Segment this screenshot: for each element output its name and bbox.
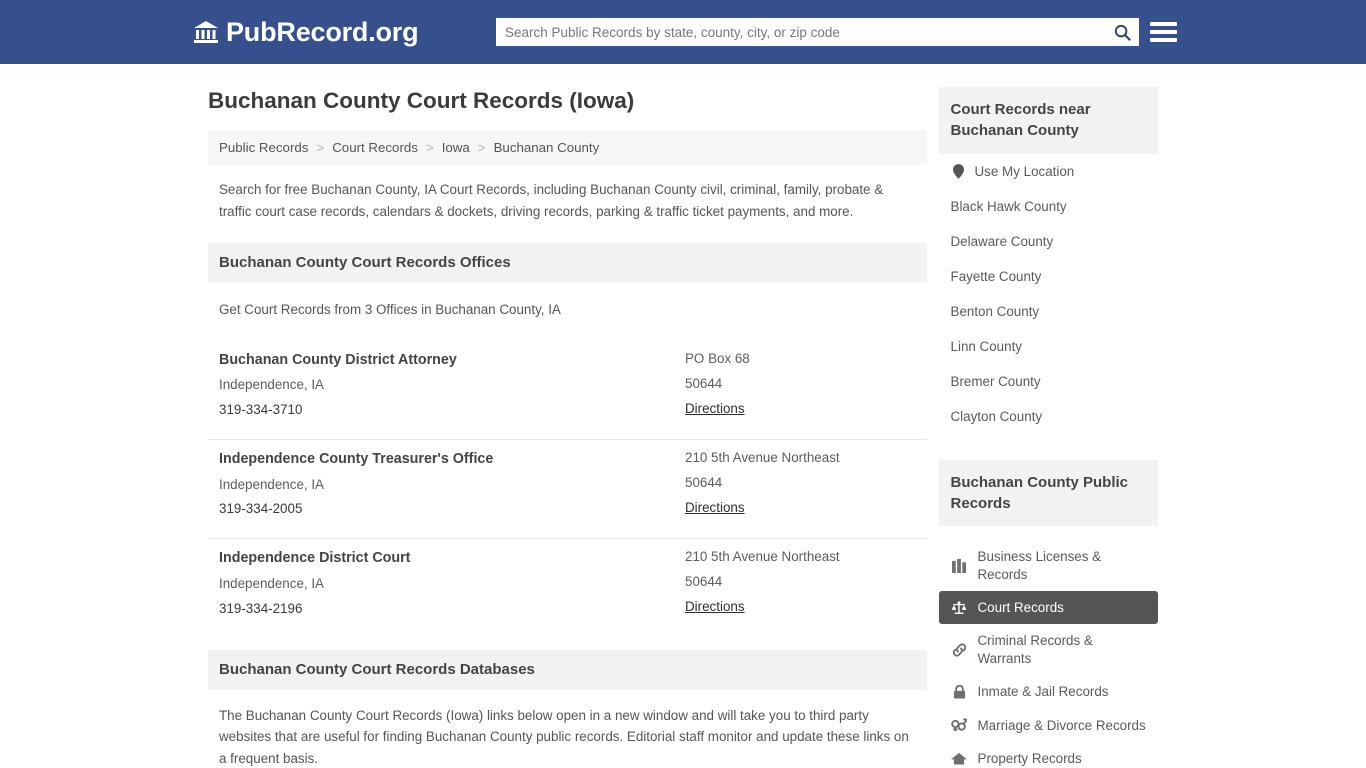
offices-section-heading: Buchanan County Court Records Offices: [208, 243, 927, 284]
sidebar-county-linn[interactable]: Linn County: [939, 329, 1158, 364]
breadcrumb-separator: >: [477, 140, 486, 155]
office-phone: 319-334-2196: [219, 600, 303, 616]
sidebar-item-marriage-divorce-records[interactable]: Marriage & Divorce Records: [939, 709, 1158, 742]
office-zip: 50644: [685, 375, 723, 391]
breadcrumb-separator: >: [425, 140, 434, 155]
sidebar-county-clayton[interactable]: Clayton County: [939, 399, 1158, 434]
nearby-counties-list: Use My Location Black Hawk County Delawa…: [939, 154, 1158, 434]
sidebar-county-benton[interactable]: Benton County: [939, 294, 1158, 329]
breadcrumb-item-buchanan-county[interactable]: Buchanan County: [494, 140, 600, 155]
sidebar-item-property-records[interactable]: Property Records: [939, 742, 1158, 768]
site-header: PubRecord.org: [0, 0, 1366, 64]
office-city-state: Independence, IA: [219, 476, 324, 492]
office-row: Independence County Treasurer's Office I…: [208, 440, 927, 540]
office-phone: 319-334-3710: [219, 402, 303, 418]
briefcase-icon: [951, 558, 968, 573]
office-address-block: 210 5th Avenue Northeast 50644 Direction…: [685, 545, 916, 621]
office-city-state: Independence, IA: [219, 377, 324, 393]
sidebar-item-label: Court Records: [977, 600, 1064, 616]
page-title: Buchanan County Court Records (Iowa): [208, 88, 635, 113]
page-body: Buchanan County Court Records (Iowa) Pub…: [0, 64, 1366, 768]
map-pin-icon: [951, 163, 966, 179]
sidebar-item-label: Property Records: [977, 751, 1082, 767]
content-container: Buchanan County Court Records (Iowa) Pub…: [198, 64, 1168, 768]
office-details: Buchanan County District Attorney Indepe…: [219, 347, 685, 423]
directions-link[interactable]: Directions: [685, 496, 745, 521]
county-label: Clayton County: [950, 408, 1043, 424]
county-label: Delaware County: [950, 233, 1054, 249]
office-address-block: 210 5th Avenue Northeast 50644 Direction…: [685, 446, 916, 522]
office-address: PO Box 68: [685, 350, 750, 366]
site-logo[interactable]: PubRecord.org: [193, 16, 419, 47]
sidebar-item-label: Inmate & Jail Records: [977, 684, 1109, 700]
office-phone: 319-334-2005: [219, 501, 303, 517]
office-zip: 50644: [685, 574, 723, 590]
sidebar-county-black-hawk[interactable]: Black Hawk County: [939, 189, 1158, 224]
databases-section-description: The Buchanan County Court Records (Iowa)…: [219, 707, 909, 767]
sidebar-county-fayette[interactable]: Fayette County: [939, 259, 1158, 294]
hamburger-bar: [1150, 22, 1177, 26]
directions-link[interactable]: Directions: [685, 397, 745, 422]
breadcrumb: Public Records > Court Records > Iowa > …: [208, 130, 927, 165]
office-zip: 50644: [685, 475, 723, 491]
sidebar-item-label: Marriage & Divorce Records: [977, 717, 1146, 733]
sidebar-item-criminal-records[interactable]: Criminal Records & Warrants: [939, 624, 1158, 675]
page-intro-text: Search for free Buchanan County, IA Cour…: [219, 182, 884, 219]
breadcrumb-separator: >: [316, 140, 325, 155]
sidebar-item-label: Criminal Records & Warrants: [977, 633, 1093, 666]
scales-of-justice-icon: [951, 600, 968, 615]
county-label: Linn County: [950, 338, 1022, 354]
sidebar-item-inmate-jail-records[interactable]: Inmate & Jail Records: [939, 675, 1158, 708]
public-records-list: Business Licenses & Records Court Record…: [938, 540, 1158, 768]
office-address: 210 5th Avenue Northeast: [685, 549, 840, 565]
search-button[interactable]: [1105, 18, 1139, 46]
hamburger-bar: [1150, 38, 1177, 42]
use-my-location-item[interactable]: Use My Location: [939, 154, 1158, 189]
office-address: 210 5th Avenue Northeast: [685, 450, 840, 466]
chain-link-icon: [951, 642, 968, 657]
search-bar: [496, 18, 1139, 46]
sidebar-nearby-heading: Court Records near Buchanan County: [938, 87, 1158, 154]
search-input[interactable]: [496, 19, 1105, 45]
databases-section: Buchanan County Court Records Databases …: [208, 649, 927, 768]
sidebar-county-bremer[interactable]: Bremer County: [939, 364, 1158, 399]
office-details: Independence County Treasurer's Office I…: [219, 446, 685, 522]
databases-section-heading: Buchanan County Court Records Databases: [208, 649, 927, 690]
sidebar-public-records-heading: Buchanan County Public Records: [938, 459, 1158, 527]
sidebar-item-court-records[interactable]: Court Records: [938, 591, 1158, 625]
house-icon: [951, 751, 968, 766]
breadcrumb-item-iowa[interactable]: Iowa: [442, 140, 470, 155]
hamburger-menu-icon[interactable]: [1150, 19, 1177, 45]
bank-building-icon: [193, 20, 219, 44]
directions-link[interactable]: Directions: [685, 595, 745, 620]
office-address-block: PO Box 68 50644 Directions: [685, 347, 916, 423]
site-logo-text: PubRecord.org: [226, 16, 419, 47]
lock-icon: [951, 685, 968, 700]
county-label: Black Hawk County: [950, 198, 1067, 214]
gender-symbols-icon: [951, 718, 968, 733]
sidebar-item-label: Business Licenses & Records: [977, 549, 1102, 582]
breadcrumb-item-court-records[interactable]: Court Records: [332, 140, 418, 155]
main-column: Buchanan County Court Records (Iowa) Pub…: [208, 64, 927, 768]
county-label: Benton County: [950, 303, 1040, 319]
office-name: Buchanan County District Attorney: [219, 351, 457, 368]
hamburger-bar: [1150, 30, 1177, 34]
sidebar-public-records-block: Buchanan County Public Records Business …: [938, 459, 1158, 768]
office-row: Buchanan County District Attorney Indepe…: [208, 341, 927, 441]
county-label: Fayette County: [950, 268, 1042, 284]
sidebar-county-delaware[interactable]: Delaware County: [939, 224, 1158, 259]
office-name: Independence District Court: [219, 550, 411, 567]
sidebar: Court Records near Buchanan County Use M…: [927, 64, 1158, 768]
offices-section-subtitle: Get Court Records from 3 Offices in Buch…: [219, 302, 561, 318]
county-label: Bremer County: [950, 373, 1041, 389]
use-my-location-label: Use My Location: [974, 163, 1075, 179]
office-name: Independence County Treasurer's Office: [219, 451, 494, 468]
office-city-state: Independence, IA: [219, 575, 324, 591]
office-details: Independence District Court Independence…: [219, 545, 685, 621]
search-icon: [1114, 24, 1131, 41]
breadcrumb-item-public-records[interactable]: Public Records: [219, 140, 308, 155]
sidebar-item-business-licenses[interactable]: Business Licenses & Records: [939, 540, 1158, 591]
office-row: Independence District Court Independence…: [208, 539, 927, 637]
